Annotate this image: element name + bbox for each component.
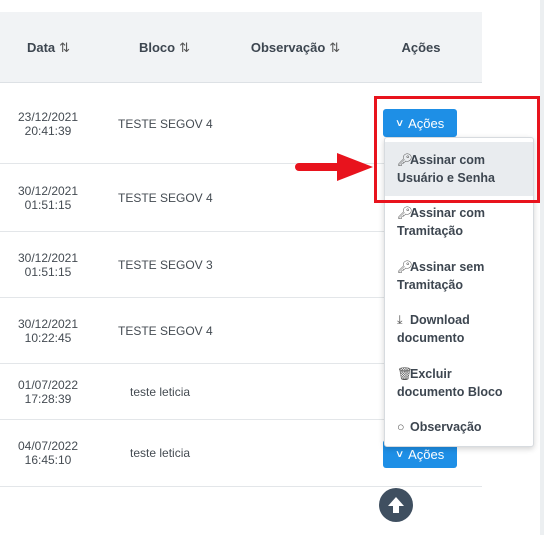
menu-item-download-documento[interactable]: ⤓ Download documento [385,311,533,359]
menu-item-observacao[interactable]: ○ Observação [385,418,533,440]
date-cell: 04/07/2022 16:45:10 [8,420,88,486]
column-header-observacao-label: Observação [250,40,326,55]
date-text: 30/12/2021 [17,183,79,198]
annotation-arrow-icon [295,153,373,181]
bloco-cell: TESTE SEGOV 4 [118,323,213,338]
menu-item-excluir-documento[interactable]: 🗑︎Excluir documento Bloco [385,365,533,413]
column-header-observacao[interactable]: Observação ⇅ [240,12,350,83]
sort-icon[interactable]: ⇅ [179,40,190,56]
time-text: 01:51:15 [24,197,72,212]
bloco-cell: teste leticia [130,384,191,399]
time-text: 01:51:15 [24,264,72,279]
comment-icon: ○ [397,420,405,434]
date-cell: 30/12/2021 10:22:45 [8,298,88,363]
menu-item-line1: Excluir [410,367,452,381]
bloco-cell: TESTE SEGOV 3 [118,257,213,272]
date-text: 01/07/2022 [17,377,79,392]
time-text: 20:41:39 [24,123,72,138]
menu-item-line2: Tramitação [397,224,464,238]
time-text: 10:22:45 [24,330,72,345]
sort-icon[interactable]: ⇅ [59,40,70,56]
date-cell: 30/12/2021 01:51:15 [8,164,88,231]
documents-table: Data ⇅ Bloco ⇅ Observação ⇅ Ações [0,12,482,83]
date-cell: 01/07/2022 17:28:39 [8,364,88,419]
column-header-data-label: Data [26,40,56,55]
column-header-bloco[interactable]: Bloco ⇅ [118,12,210,83]
download-icon: ⤓ [397,313,403,327]
menu-item-line2: documento [397,331,465,345]
trash-icon: 🗑︎ [397,367,413,381]
menu-item-assinar-com-tramitacao[interactable]: 🔑︎Assinar com Tramitação [385,204,533,252]
date-text: 30/12/2021 [17,250,79,265]
key-icon: 🔑︎ [397,260,413,274]
menu-item-line2: documento Bloco [397,385,503,399]
menu-item-line1: Observação [410,420,482,434]
date-text: 30/12/2021 [17,316,79,331]
time-text: 17:28:39 [24,391,72,406]
column-header-data[interactable]: Data ⇅ [8,12,88,83]
menu-item-assinar-sem-tramitacao[interactable]: 🔑︎Assinar sem Tramitação [385,258,533,306]
bloco-cell: TESTE SEGOV 4 [118,190,213,205]
date-text: 04/07/2022 [17,439,79,453]
column-header-acoes: Ações [382,12,460,83]
bloco-cell: TESTE SEGOV 4 [118,116,213,131]
key-icon: 🔑︎ [397,206,413,220]
date-cell: 30/12/2021 01:51:15 [8,232,88,297]
annotation-highlight-box [374,96,540,203]
table-header: Data ⇅ Bloco ⇅ Observação ⇅ Ações [0,12,482,83]
menu-item-line1: Assinar sem [410,260,485,274]
arrow-up-icon [388,497,404,513]
page: Data ⇅ Bloco ⇅ Observação ⇅ Ações 23/12/… [0,0,544,535]
column-header-bloco-label: Bloco [138,40,176,55]
time-text: 16:45:10 [24,453,72,467]
column-header-acoes-label: Ações [401,40,441,55]
sort-icon[interactable]: ⇅ [329,40,340,56]
date-cell: 23/12/2021 20:41:39 [8,84,88,163]
chevron-down-icon: ∨ [394,448,405,460]
menu-item-line1: Assinar com [410,206,486,220]
scroll-to-top-button[interactable] [379,488,413,522]
menu-item-line2: Tramitação [397,278,464,292]
acoes-button-label: Ações [408,446,445,462]
bloco-cell: teste leticia [130,446,191,460]
scrollbar[interactable] [540,0,544,535]
menu-item-line1: Download [410,313,470,327]
date-text: 23/12/2021 [17,109,79,124]
